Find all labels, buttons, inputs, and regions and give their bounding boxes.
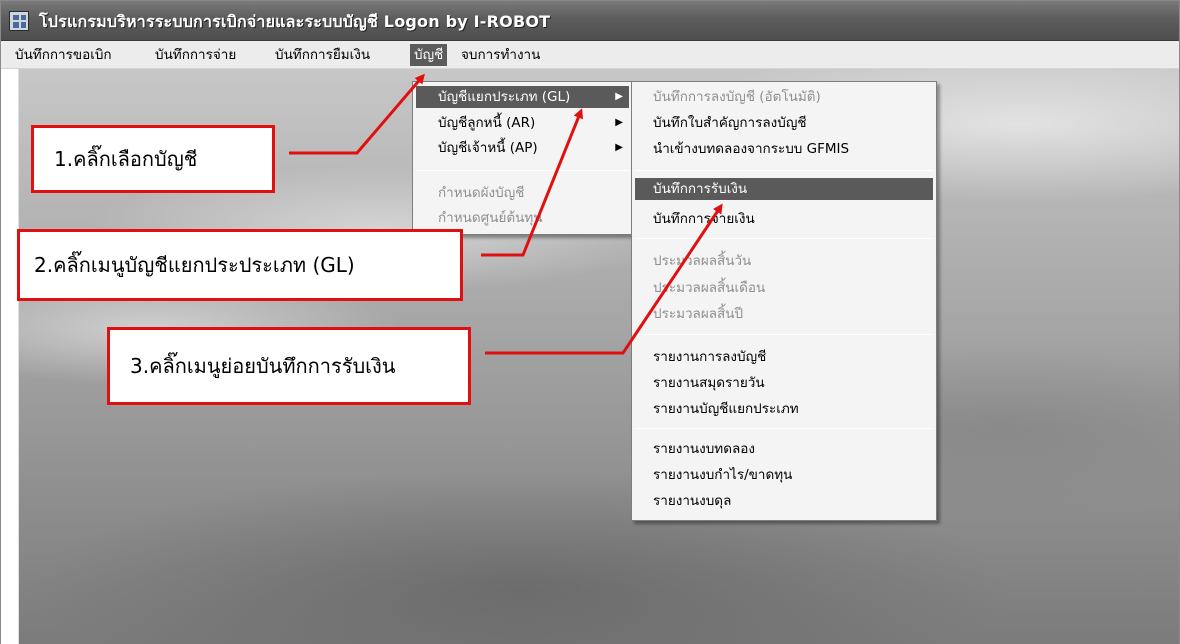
menu-item-daily-journal-report[interactable]: รายงานสมุดรายวัน xyxy=(635,372,933,394)
menu-item-day-end[interactable]: ประมวลผลสิ้นวัน xyxy=(635,250,933,272)
menu-separator xyxy=(635,170,933,171)
menu-item-label: บัญชีแยกประเภท (GL) xyxy=(438,89,571,105)
menu-item-record-receipt[interactable]: บันทึกการรับเงิน xyxy=(635,178,933,200)
menu-item-cost-center[interactable]: กำหนดศูนย์ต้นทุน xyxy=(416,207,629,229)
application-window: โปรแกรมบริหารระบบการเบิกจ่ายและระบบบัญชี… xyxy=(0,0,1180,644)
app-grid-icon xyxy=(9,11,29,31)
menu-item-chart-of-accounts[interactable]: กำหนดผังบัญชี xyxy=(416,182,629,204)
submenu-arrow-icon: ▶ xyxy=(615,142,623,153)
menu-item-label: บัญชีลูกหนี้ (AR) xyxy=(438,115,536,131)
menu-item-balance-sheet-report[interactable]: รายงานงบดุล xyxy=(635,490,933,512)
menu-item-year-end[interactable]: ประมวลผลสิ้นปี xyxy=(635,303,933,325)
callout-step3-text: 3.คลิ๊กเมนูย่อยบันทึกการรับเงิน xyxy=(130,354,396,378)
accounting-dropdown-menu: บัญชีแยกประเภท (GL) ▶ บัญชีลูกหนี้ (AR) … xyxy=(412,81,633,235)
menu-item-profit-loss-report[interactable]: รายงานงบกำไร/ขาดทุน xyxy=(635,464,933,486)
gl-submenu: บันทึกการลงบัญชี (อัตโนมัติ) บันทึกใบสำค… xyxy=(631,81,937,521)
menu-item-journal-voucher[interactable]: บันทึกใบสำคัญการลงบัญชี xyxy=(635,112,933,134)
menu-item-accounts-payable[interactable]: บัญชีเจ้าหนี้ (AP) ▶ xyxy=(416,137,629,159)
menu-separator xyxy=(416,170,629,171)
menu-separator xyxy=(635,428,933,429)
callout-step1-text: 1.คลิ๊กเลือกบัญชี xyxy=(54,147,198,171)
menu-request-withdrawal[interactable]: บันทึกการขอเบิก xyxy=(11,44,116,66)
submenu-arrow-icon: ▶ xyxy=(615,117,623,128)
left-margin xyxy=(1,69,19,644)
menu-separator xyxy=(635,334,933,335)
menu-item-auto-posting[interactable]: บันทึกการลงบัญชี (อัตโนมัติ) xyxy=(635,86,933,108)
menu-item-accounts-receivable[interactable]: บัญชีลูกหนี้ (AR) ▶ xyxy=(416,112,629,134)
menu-exit[interactable]: จบการทำงาน xyxy=(457,44,544,66)
callout-step3: 3.คลิ๊กเมนูย่อยบันทึกการรับเงิน xyxy=(107,327,471,405)
menu-item-label: บัญชีเจ้าหนี้ (AP) xyxy=(438,140,538,156)
menu-bar: บันทึกการขอเบิก บันทึกการจ่าย บันทึกการย… xyxy=(1,41,1179,69)
menu-item-posting-report[interactable]: รายงานการลงบัญชี xyxy=(635,346,933,368)
menu-item-ledger-report[interactable]: รายงานบัญชีแยกประเภท xyxy=(635,398,933,420)
menu-item-import-gfmis[interactable]: นำเข้างบทดลองจากระบบ GFMIS xyxy=(635,138,933,160)
callout-step2-text: 2.คลิ๊กเมนูบัญชีแยกประประเภท (GL) xyxy=(34,253,355,277)
menu-item-record-payment[interactable]: บันทึกการจ่ายเงิน xyxy=(635,208,933,230)
window-title: โปรแกรมบริหารระบบการเบิกจ่ายและระบบบัญชี… xyxy=(39,12,551,31)
title-bar: โปรแกรมบริหารระบบการเบิกจ่ายและระบบบัญชี… xyxy=(1,1,1179,41)
submenu-arrow-icon: ▶ xyxy=(615,91,623,102)
menu-item-general-ledger[interactable]: บัญชีแยกประเภท (GL) ▶ xyxy=(416,86,629,108)
menu-payment[interactable]: บันทึกการจ่าย xyxy=(151,44,240,66)
menu-item-trial-balance-report[interactable]: รายงานงบทดลอง xyxy=(635,438,933,460)
menu-separator xyxy=(635,238,933,239)
callout-step2: 2.คลิ๊กเมนูบัญชีแยกประประเภท (GL) xyxy=(17,229,463,301)
callout-step1: 1.คลิ๊กเลือกบัญชี xyxy=(31,125,275,193)
menu-accounting[interactable]: บัญชี xyxy=(410,44,448,66)
menu-borrowing[interactable]: บันทึกการยืมเงิน xyxy=(271,44,374,66)
menu-item-month-end[interactable]: ประมวลผลสิ้นเดือน xyxy=(635,277,933,299)
